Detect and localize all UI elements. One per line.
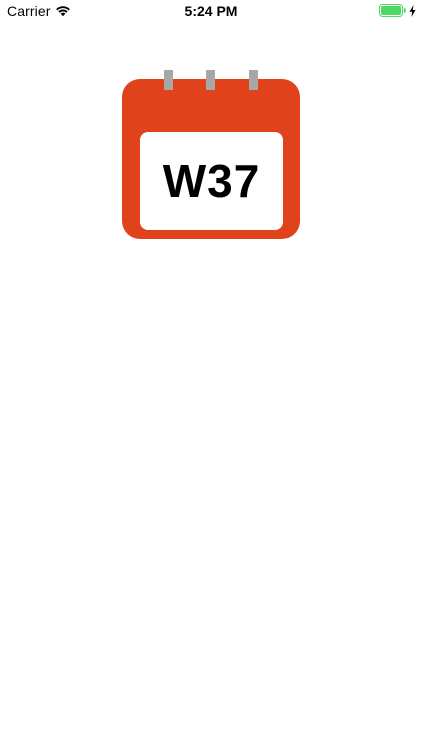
week-number-label: W37 — [162, 155, 261, 207]
calendar-frame: W37 — [122, 79, 300, 239]
calendar-page: W37 — [140, 132, 283, 230]
status-time: 5:24 PM — [184, 3, 238, 19]
battery-icon — [379, 4, 406, 17]
calendar-ring-left — [164, 70, 173, 90]
calendar-icon: W37 — [122, 70, 300, 240]
charging-bolt-icon — [409, 4, 416, 17]
calendar-ring-right — [249, 70, 258, 90]
calendar-ring-middle — [206, 70, 215, 90]
battery-group — [379, 4, 416, 17]
status-bar: Carrier 5:24 PM — [0, 0, 422, 22]
